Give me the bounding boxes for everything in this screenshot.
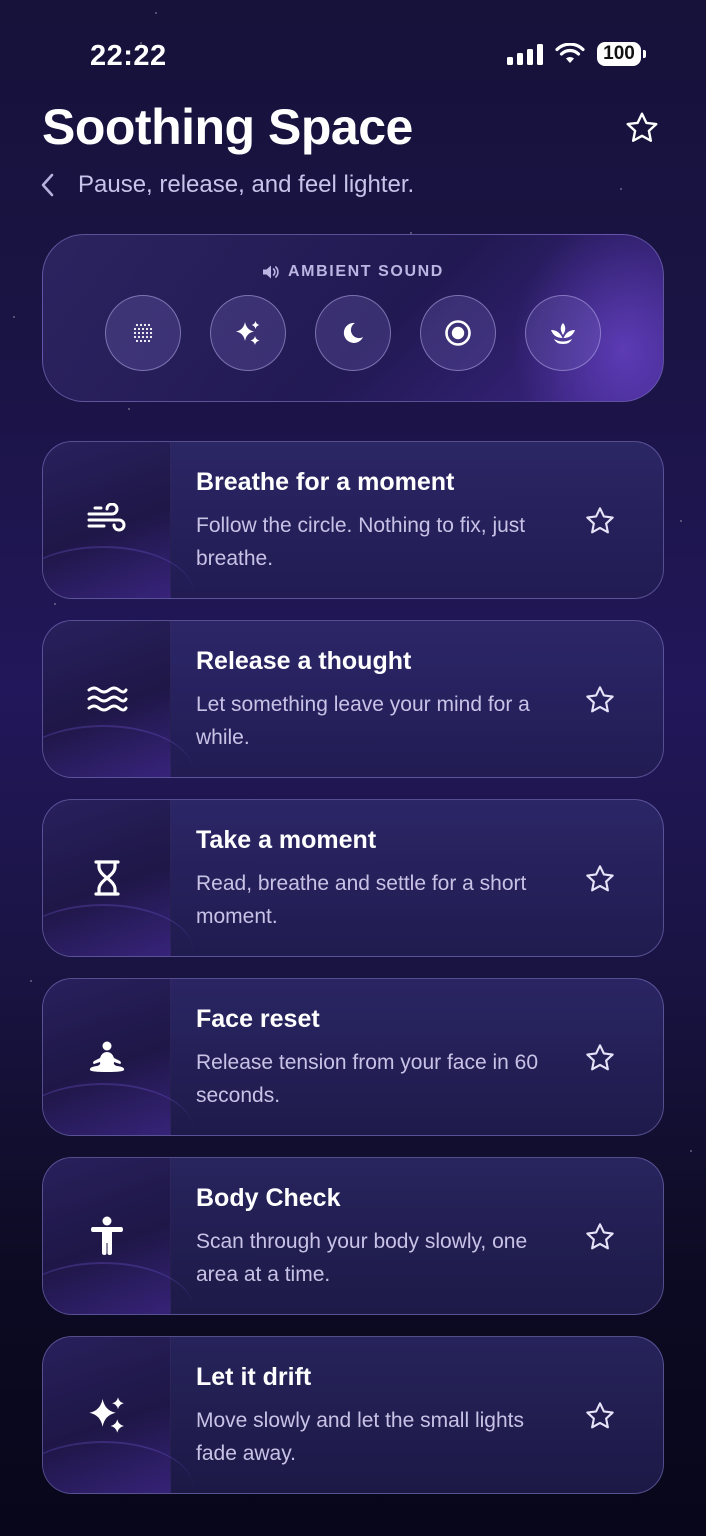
sparkles-icon — [88, 1397, 124, 1433]
cellular-signal-icon — [507, 43, 543, 65]
card-icon-panel — [43, 979, 193, 1135]
record-circle-icon — [445, 320, 471, 346]
activity-card-let-it-drift[interactable]: Let it drift Move slowly and let the sma… — [42, 1336, 664, 1494]
body-figure-icon — [90, 1216, 123, 1255]
waves-icon — [87, 686, 127, 712]
card-description: Scan through your body slowly, one area … — [196, 1230, 528, 1286]
subtitle-row: Pause, release, and feel lighter. — [40, 170, 414, 200]
card-title: Breathe for a moment — [196, 468, 455, 496]
star-outline-icon — [586, 686, 614, 713]
card-title: Take a moment — [196, 826, 377, 854]
hourglass-icon — [93, 860, 120, 896]
card-title: Let it drift — [196, 1363, 312, 1391]
back-button[interactable] — [40, 170, 60, 200]
activity-card-take-moment[interactable]: Take a moment Read, breathe and settle f… — [42, 799, 664, 957]
activity-card-body-check[interactable]: Body Check Scan through your body slowly… — [42, 1157, 664, 1315]
card-icon-panel — [43, 621, 193, 777]
card-title: Body Check — [196, 1184, 341, 1212]
favorite-star-button[interactable] — [581, 681, 619, 719]
noise-dots-icon — [133, 323, 153, 343]
sound-moon-button[interactable] — [315, 295, 391, 371]
battery-icon: 100 — [597, 42, 646, 66]
favorite-star-button[interactable] — [581, 502, 619, 540]
lotus-icon — [551, 323, 575, 344]
wind-icon — [87, 503, 125, 532]
page-subtitle: Pause, release, and feel lighter. — [78, 171, 415, 198]
activity-card-release-thought[interactable]: Release a thought Let something leave yo… — [42, 620, 664, 778]
moon-icon — [343, 322, 363, 343]
card-description: Follow the circle. Nothing to fix, just … — [196, 514, 526, 570]
chevron-left-icon — [41, 173, 54, 197]
favorite-star-button[interactable] — [581, 860, 619, 898]
star-outline-icon — [586, 1223, 614, 1250]
sound-options — [105, 295, 601, 371]
sound-circle-button[interactable] — [420, 295, 496, 371]
card-title: Face reset — [196, 1005, 320, 1033]
favorite-star-button[interactable] — [581, 1397, 619, 1435]
favorite-star-button[interactable] — [581, 1039, 619, 1077]
activity-card-breathe[interactable]: Breathe for a moment Follow the circle. … — [42, 441, 664, 599]
favorites-star-button[interactable] — [620, 106, 664, 150]
card-description: Release tension from your face in 60 sec… — [196, 1051, 539, 1107]
card-icon-panel — [43, 1158, 193, 1314]
speaker-icon — [263, 265, 279, 279]
card-description: Move slowly and let the small lights fad… — [196, 1409, 524, 1465]
card-icon-panel — [43, 800, 193, 956]
card-title: Release a thought — [196, 647, 412, 675]
card-icon-panel — [43, 442, 193, 598]
ambient-sound-header: AMBIENT SOUND — [43, 263, 663, 281]
battery-level: 100 — [597, 42, 641, 66]
activity-card-face-reset[interactable]: Face reset Release tension from your fac… — [42, 978, 664, 1136]
status-time: 22:22 — [90, 40, 167, 72]
meditation-icon — [89, 1041, 124, 1072]
star-outline-icon — [586, 865, 614, 892]
star-outline-icon — [586, 507, 614, 534]
star-outline-icon — [626, 112, 658, 142]
star-outline-icon — [586, 1402, 614, 1429]
status-icons: 100 — [507, 42, 646, 66]
page-title: Soothing Space — [42, 99, 413, 155]
star-outline-icon — [586, 1044, 614, 1071]
favorite-star-button[interactable] — [581, 1218, 619, 1256]
ambient-sound-panel: AMBIENT SOUND — [42, 234, 664, 402]
status-bar: 22:22 100 — [0, 0, 706, 110]
wifi-icon — [555, 43, 585, 63]
sound-noise-button[interactable] — [105, 295, 181, 371]
sound-lotus-button[interactable] — [525, 295, 601, 371]
card-description: Read, breathe and settle for a short mom… — [196, 872, 527, 928]
card-icon-panel — [43, 1337, 193, 1493]
card-description: Let something leave your mind for a whil… — [196, 693, 530, 749]
sparkles-icon — [236, 321, 260, 345]
ambient-sound-label: AMBIENT SOUND — [288, 263, 444, 280]
sound-sparkles-button[interactable] — [210, 295, 286, 371]
